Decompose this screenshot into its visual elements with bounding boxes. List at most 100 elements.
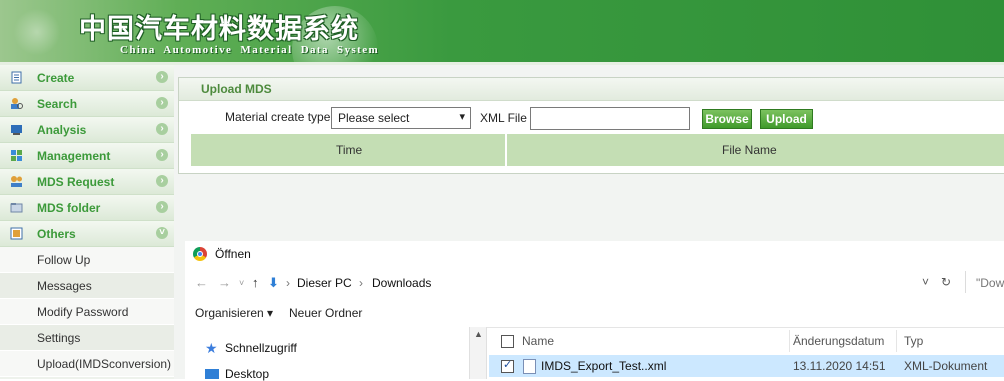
file-row[interactable]: IMDS_Export_Test..xml 13.11.2020 14:51 X… — [489, 355, 1004, 377]
chevron-down-icon: ▾ — [459, 111, 465, 123]
sidebar-subitem-label: Messages — [37, 279, 92, 293]
upload-button[interactable]: Upload — [760, 109, 813, 129]
panel-header: Upload MDS — [179, 78, 1004, 101]
column-divider[interactable] — [789, 330, 790, 352]
back-arrow-icon[interactable]: ← — [195, 275, 208, 290]
sidebar-item-analysis[interactable]: Analysis › — [0, 117, 174, 143]
column-header-modified[interactable]: Änderungsdatum — [793, 334, 884, 348]
refresh-icon[interactable]: ↻ — [941, 275, 951, 289]
star-icon: ★ — [205, 340, 218, 356]
chart-icon — [11, 125, 22, 135]
others-icon — [10, 227, 23, 240]
search-input[interactable]: "Dowr — [965, 271, 1004, 293]
sidebar-item-label: Create — [37, 71, 75, 85]
document-icon — [11, 71, 22, 84]
chevron-right-icon: › — [156, 201, 168, 213]
app-header: 中国汽车材料数据系统 China Automotive Material Dat… — [0, 0, 1004, 65]
sidebar: Create › Search › Analysis › Management … — [0, 65, 174, 379]
sidebar-subitem-label: Settings — [37, 331, 81, 345]
select-all-checkbox[interactable] — [501, 335, 514, 348]
sidebar-item-search[interactable]: Search › — [0, 91, 174, 117]
navigation-pane: ★ Schnellzugriff Desktop — [185, 327, 469, 381]
sidebar-item-label: Others — [37, 227, 76, 241]
xml-file-icon — [523, 359, 536, 374]
recent-dropdown-icon[interactable]: ˅ — [239, 278, 244, 288]
column-divider — [505, 134, 507, 166]
address-bar: ← → ˅ ↑ ⬇ › Dieser PC › Downloads ˅ ↻ "D… — [185, 267, 1004, 300]
breadcrumb-downloads[interactable]: Downloads — [372, 276, 431, 290]
file-list-header: Name Änderungsdatum Typ — [489, 327, 1004, 353]
download-arrow-icon: ⬇ — [268, 275, 279, 290]
file-type: XML-Dokument — [904, 359, 988, 373]
address-dropdown-icon[interactable]: ˅ — [922, 275, 929, 289]
dialog-titlebar: Öffnen — [185, 241, 1004, 267]
column-divider[interactable] — [896, 330, 897, 352]
sidebar-item-management[interactable]: Management › — [0, 143, 174, 169]
panel-title: Upload MDS — [201, 82, 272, 96]
nav-quick-access[interactable]: Schnellzugriff — [225, 341, 297, 355]
sidebar-item-label: Analysis — [37, 123, 87, 137]
breadcrumb-separator-icon: › — [286, 276, 290, 290]
folder-icon — [10, 203, 23, 213]
forward-arrow-icon[interactable]: → — [218, 275, 231, 290]
sidebar-subitem-follow-up[interactable]: Follow Up — [0, 247, 174, 273]
column-header-type[interactable]: Typ — [904, 334, 923, 348]
chevron-right-icon: › — [156, 97, 168, 109]
management-icon — [11, 150, 22, 161]
column-header-name[interactable]: Name — [522, 334, 554, 348]
material-type-label: Material create type — [225, 110, 331, 124]
file-modified: 13.11.2020 14:51 — [793, 359, 886, 373]
sidebar-item-others[interactable]: Others ˅ — [0, 221, 174, 247]
xml-file-input[interactable] — [530, 107, 690, 130]
chevron-right-icon: › — [156, 123, 168, 135]
sidebar-subitem-messages[interactable]: Messages — [0, 273, 174, 299]
sidebar-subitem-label: Follow Up — [37, 253, 91, 267]
file-list: Name Änderungsdatum Typ IMDS_Export_Test… — [489, 327, 1004, 379]
navigation-scrollbar[interactable]: ▲ — [469, 327, 487, 379]
search-people-icon — [11, 98, 23, 109]
dialog-title: Öffnen — [215, 247, 251, 261]
organize-button[interactable]: Organisieren ▾ — [195, 306, 273, 320]
scroll-up-icon[interactable]: ▲ — [474, 329, 483, 339]
sidebar-item-label: Management — [37, 149, 111, 163]
sidebar-item-label: MDS folder — [37, 201, 101, 215]
browse-button[interactable]: Browse — [702, 109, 752, 129]
chevron-down-icon: ˅ — [156, 227, 168, 239]
sidebar-item-create[interactable]: Create › — [0, 65, 174, 91]
column-header-time: Time — [336, 143, 363, 157]
breadcrumb-this-pc[interactable]: Dieser PC — [297, 276, 352, 290]
breadcrumb-separator-icon: › — [359, 276, 363, 290]
request-icon — [11, 176, 22, 187]
column-header-file-name: File Name — [722, 143, 777, 157]
sidebar-subitem-label: Modify Password — [37, 305, 129, 319]
search-placeholder: "Dowr — [976, 276, 1004, 290]
upload-mds-panel: Upload MDS Material create type Please s… — [178, 77, 1004, 174]
upload-form: Material create type Please select ▾ XML… — [191, 106, 1004, 132]
sidebar-subitem-modify-password[interactable]: Modify Password — [0, 299, 174, 325]
app-title-en: China Automotive Material Data System — [120, 44, 380, 56]
chevron-right-icon: › — [156, 71, 168, 83]
up-arrow-icon[interactable]: ↑ — [252, 275, 259, 290]
sidebar-subitem-settings[interactable]: Settings — [0, 325, 174, 351]
sidebar-subitem-label: Upload(IMDSconversion) — [37, 357, 172, 371]
file-open-dialog: Öffnen ← → ˅ ↑ ⬇ › Dieser PC › Downloads… — [185, 241, 1004, 381]
logo-icon — [14, 8, 60, 56]
sidebar-item-mds-request[interactable]: MDS Request › — [0, 169, 174, 195]
sidebar-item-label: Search — [37, 97, 78, 111]
chevron-right-icon: › — [156, 149, 168, 161]
chrome-icon — [193, 247, 207, 261]
sidebar-subitem-upload-imds[interactable]: Upload(IMDSconversion) — [0, 351, 174, 377]
sidebar-item-mds-folder[interactable]: MDS folder › — [0, 195, 174, 221]
material-type-select[interactable]: Please select ▾ — [331, 107, 471, 129]
dialog-toolbar: Organisieren ▾ Neuer Ordner — [185, 299, 1004, 328]
material-type-value: Please select — [338, 111, 410, 125]
xml-file-label: XML File — [480, 111, 527, 125]
new-folder-button[interactable]: Neuer Ordner — [289, 306, 362, 320]
sidebar-item-label: MDS Request — [37, 175, 115, 189]
chevron-right-icon: › — [156, 175, 168, 187]
app-title-cn: 中国汽车材料数据系统 — [79, 14, 359, 45]
file-checkbox[interactable] — [501, 358, 514, 373]
upload-table-header: Time File Name — [191, 134, 1004, 166]
desktop-icon — [205, 369, 219, 379]
file-name: IMDS_Export_Test..xml — [541, 359, 667, 373]
